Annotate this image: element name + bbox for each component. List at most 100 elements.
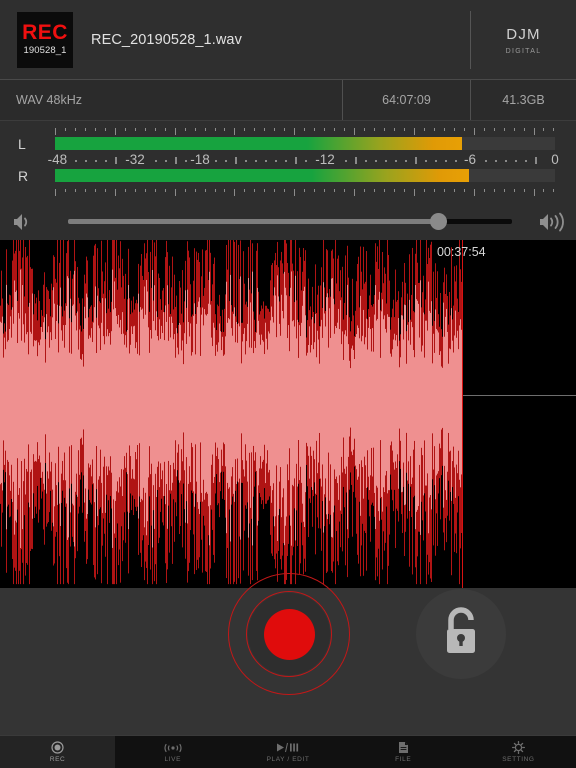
meter-tick — [433, 128, 435, 131]
meter-tick — [523, 128, 525, 131]
meter-scale-dot — [515, 160, 517, 162]
meter-scale-label: -12 — [315, 152, 335, 167]
meter-scale-dot — [535, 157, 537, 164]
meter-scale-dot — [365, 160, 367, 162]
meter-tick — [324, 189, 326, 192]
volume-slider[interactable] — [50, 210, 526, 234]
volume-slider-knob[interactable] — [430, 213, 448, 230]
meter-scale-dot — [105, 160, 107, 162]
meter-tick — [164, 128, 166, 131]
speaker-low-icon[interactable] — [0, 210, 46, 234]
waveform-view[interactable]: 00:37:54 — [0, 240, 576, 588]
meter-scale-dot — [455, 160, 457, 162]
meter-tick — [403, 189, 405, 192]
tab-label: REC — [49, 755, 66, 763]
meter-fill-right — [55, 169, 469, 182]
meter-tick — [164, 189, 166, 192]
meter-tick — [274, 189, 276, 192]
meter-tick — [84, 128, 86, 131]
meter-tick — [84, 189, 86, 192]
meter-scale-dot — [445, 160, 447, 162]
meter-scale-dot — [305, 160, 307, 162]
meter-tick — [134, 189, 136, 192]
meter-tick — [94, 189, 96, 192]
meter-scale-dot — [115, 157, 117, 164]
format-label[interactable]: WAV 48kHz — [0, 80, 342, 120]
meter-tick — [104, 128, 106, 131]
meter-tick — [443, 128, 445, 131]
meter-tick — [154, 189, 156, 192]
meter-tick — [354, 189, 356, 196]
meter-tick — [64, 128, 66, 131]
meter-tick — [523, 189, 525, 192]
meter-tick — [364, 128, 366, 131]
meter-tick — [383, 128, 385, 131]
remaining-time-label: 64:07:09 — [342, 80, 470, 120]
meter-scale-dot — [275, 160, 277, 162]
meter-tick — [473, 128, 475, 135]
meter-tick — [443, 189, 445, 192]
tab-file[interactable]: FILE — [345, 736, 461, 768]
meter-tick — [55, 128, 56, 135]
meter-tick — [354, 128, 356, 135]
meter-tick — [553, 189, 555, 192]
meter-tick — [184, 189, 186, 192]
meter-tick — [194, 128, 196, 131]
meter-tick — [513, 189, 515, 192]
meter-scale-dot — [505, 160, 507, 162]
tab-rec[interactable]: REC — [0, 736, 116, 768]
playhead-marker[interactable] — [461, 240, 464, 588]
meter-scale-dot — [235, 157, 237, 164]
filename-label[interactable]: REC_20190528_1.wav — [91, 32, 470, 48]
meter-scale-dot — [165, 160, 167, 162]
meter-tick — [483, 128, 485, 131]
lock-button[interactable] — [416, 589, 506, 679]
record-button[interactable] — [228, 573, 350, 695]
meter-scale-dot — [525, 160, 527, 162]
meter-tick — [104, 189, 106, 192]
meter-tick — [254, 128, 256, 131]
meter-scale-label: 0 — [551, 152, 559, 167]
speaker-high-icon[interactable] — [530, 209, 576, 235]
meter-tick — [284, 128, 286, 131]
meter-scale-dot — [185, 160, 187, 162]
meter-scale-dot — [225, 160, 227, 162]
waveform-graphic — [0, 240, 462, 585]
meter-tick — [94, 128, 96, 131]
meter-scale-dot — [435, 160, 437, 162]
meter-tick — [463, 189, 465, 192]
meter-tick — [234, 189, 236, 196]
meter-tick — [144, 189, 146, 192]
record-dot — [263, 608, 315, 660]
level-meters: L -48 -32 -18 -12 -6 0 R — [0, 121, 576, 240]
meter-tick — [453, 128, 455, 131]
meter-scale-dot — [495, 160, 497, 162]
volume-row — [0, 203, 576, 240]
gear-icon — [511, 741, 525, 754]
meter-tick — [304, 189, 306, 192]
meter-scale-dot — [285, 160, 287, 162]
meter-tick — [344, 189, 346, 192]
meter-tick — [144, 128, 146, 131]
meter-scale-dot — [385, 160, 387, 162]
tab-setting[interactable]: SETTING — [460, 736, 576, 768]
meter-tick — [264, 128, 266, 131]
meter-tick — [423, 189, 425, 192]
meter-tick — [294, 128, 296, 135]
broadcast-icon — [162, 742, 184, 754]
meter-bar-right — [55, 169, 555, 182]
meter-tick — [194, 189, 196, 192]
meter-tick — [244, 128, 246, 131]
meter-tick — [154, 128, 156, 131]
meter-tick — [543, 128, 545, 131]
record-badge-title: REC — [22, 21, 68, 44]
brand-logo: DJM DIGITAL — [470, 10, 576, 69]
tab-live[interactable]: LIVE — [115, 736, 231, 768]
tab-play-edit[interactable]: PLAY / EDIT — [230, 736, 346, 768]
meter-tick — [244, 189, 246, 192]
meter-scale-dot — [395, 160, 397, 162]
tab-label: PLAY / EDIT — [266, 755, 310, 763]
meter-tick — [254, 189, 256, 192]
meter-tick — [294, 189, 296, 196]
meter-tick — [274, 128, 276, 131]
